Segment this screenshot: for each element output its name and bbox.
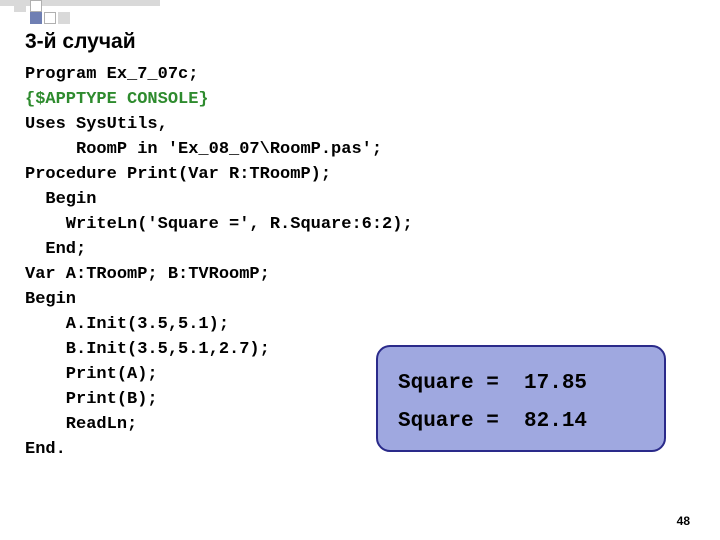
code-line: Print(A);	[25, 365, 158, 384]
code-line: RoomP in 'Ex_08_07\RoomP.pas';	[25, 140, 382, 159]
code-block: Program Ex_7_07c; {$APPTYPE CONSOLE} Use…	[25, 62, 413, 462]
output-line: Square = 17.85	[398, 372, 587, 395]
page-number: 48	[677, 514, 690, 528]
code-line-directive: {$APPTYPE CONSOLE}	[25, 90, 209, 109]
code-line: A.Init(3.5,5.1);	[25, 315, 229, 334]
code-line: B.Init(3.5,5.1,2.7);	[25, 340, 270, 359]
code-line: End;	[25, 240, 86, 259]
code-line: WriteLn('Square =', R.Square:6:2);	[25, 215, 413, 234]
code-line: Begin	[25, 290, 76, 309]
code-line: Procedure Print(Var R:TRoomP);	[25, 165, 331, 184]
output-box: Square = 17.85 Square = 82.14	[376, 345, 666, 452]
code-line: Var A:TRoomP; B:TVRoomP;	[25, 265, 270, 284]
code-line: Uses SysUtils,	[25, 115, 168, 134]
code-line: Print(B);	[25, 390, 158, 409]
code-line: Program Ex_7_07c;	[25, 65, 198, 84]
slide-title: 3-й случай	[25, 30, 136, 54]
code-line: End.	[25, 440, 66, 459]
output-line: Square = 82.14	[398, 410, 587, 433]
code-line: ReadLn;	[25, 415, 137, 434]
code-line: Begin	[25, 190, 96, 209]
